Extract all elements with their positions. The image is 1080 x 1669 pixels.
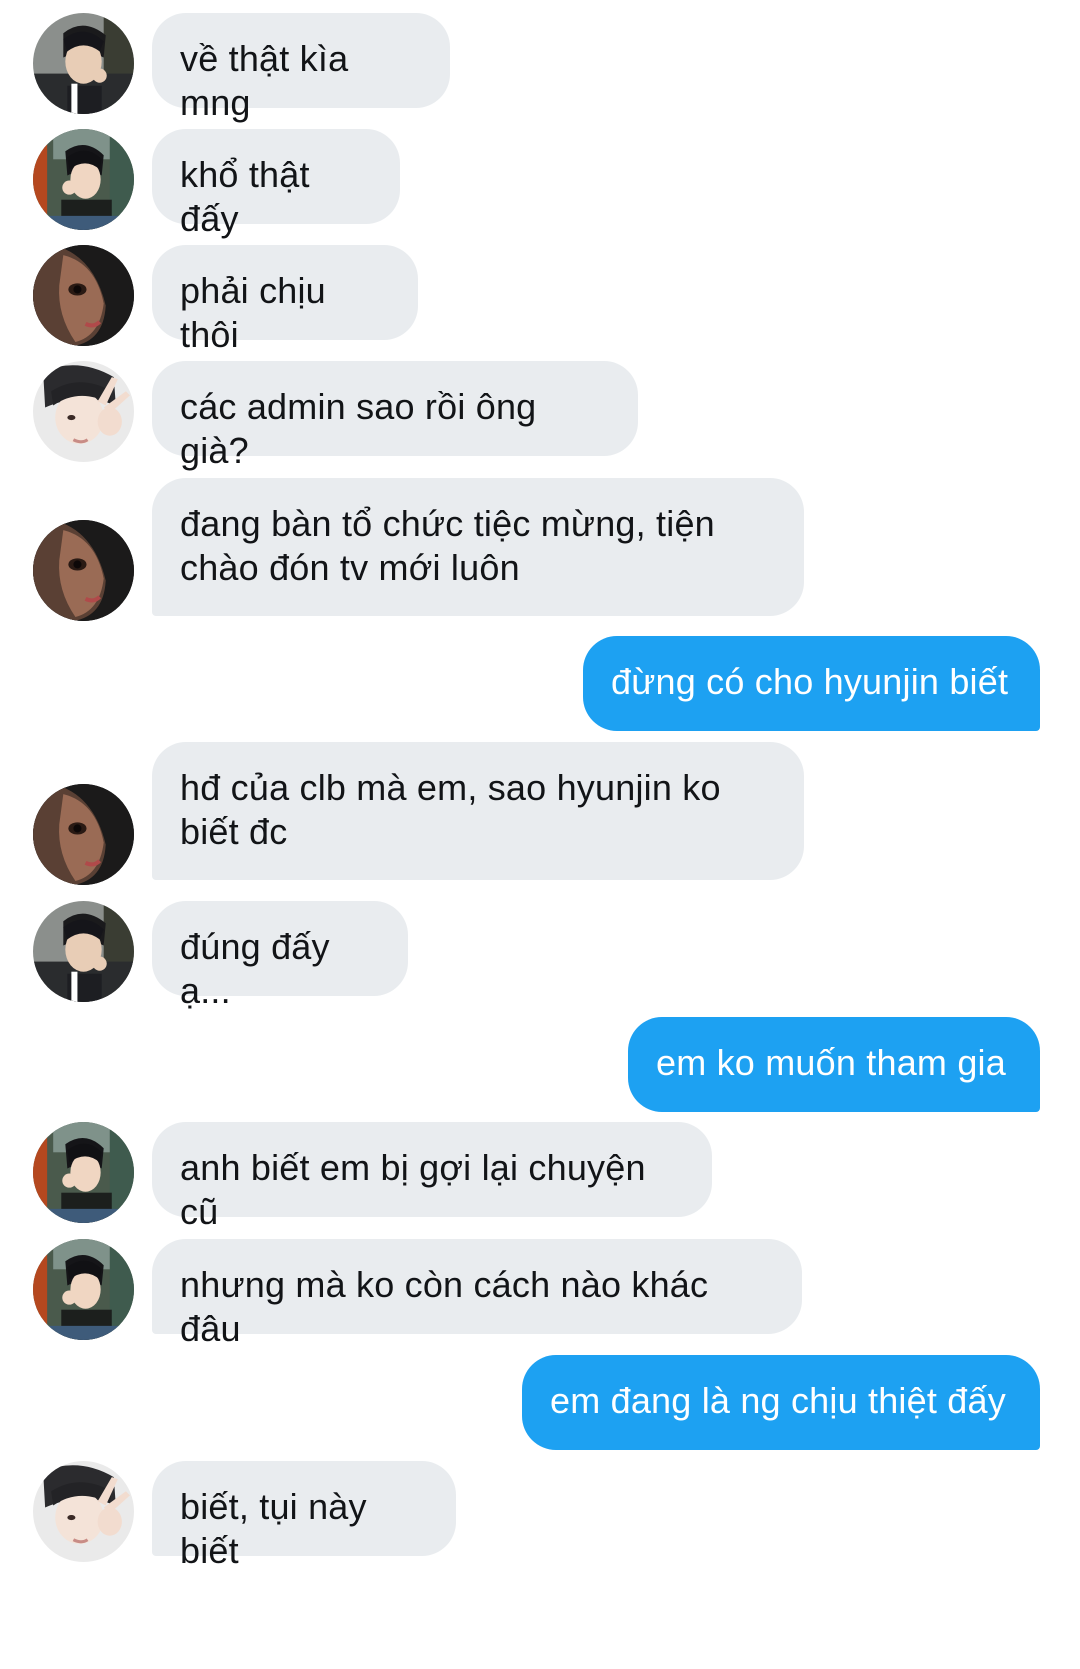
message-row: anh biết em bị gợi lại chuyện cũ [0,1122,1080,1232]
message-row: hđ của clb mà em, sao hyunjin ko biết đc [0,742,1080,885]
avatar-photo [33,784,134,885]
message-bubble[interactable]: nhưng mà ko còn cách nào khác đâu [152,1239,802,1349]
message-row: nhưng mà ko còn cách nào khác đâu [0,1239,1080,1349]
message-row: các admin sao rồi ông già? [0,361,1080,471]
avatar-d[interactable] [33,361,134,462]
avatar-photo [33,13,134,114]
message-row: đang bàn tổ chức tiệc mừng, tiện chào đó… [0,478,1080,621]
avatar-b[interactable] [33,1239,134,1340]
avatar-photo [33,520,134,621]
avatar-photo [33,1239,134,1340]
message-bubble-outgoing[interactable]: đừng có cho hyunjin biết [583,636,1040,731]
message-row: đúng đấy ạ... [0,901,1080,1011]
avatar-b[interactable] [33,129,134,230]
message-bubble[interactable]: phải chịu thôi [152,245,418,355]
avatar-a[interactable] [33,13,134,114]
avatar-c[interactable] [33,784,134,885]
message-row: biết, tụi này biết [0,1461,1080,1571]
message-bubble-outgoing[interactable]: em đang là ng chịu thiệt đấy [522,1355,1040,1450]
message-bubble[interactable]: đúng đấy ạ... [152,901,408,1011]
message-row: em ko muốn tham gia [0,1017,1080,1113]
message-bubble[interactable]: về thật kìa mng [152,13,450,123]
avatar-photo [33,1461,134,1562]
conversation-thread: về thật kìa mng khổ thật đấy phải chịu t… [0,0,1080,1669]
message-bubble[interactable]: biết, tụi này biết [152,1461,456,1571]
message-bubble[interactable]: các admin sao rồi ông già? [152,361,638,471]
message-bubble[interactable]: khổ thật đấy [152,129,400,239]
message-bubble[interactable]: hđ của clb mà em, sao hyunjin ko biết đc [152,742,804,880]
message-row: khổ thật đấy [0,129,1080,239]
avatar-b[interactable] [33,1122,134,1223]
message-row: em đang là ng chịu thiệt đấy [0,1355,1080,1451]
message-bubble-outgoing[interactable]: em ko muốn tham gia [628,1017,1040,1112]
avatar-photo [33,361,134,462]
avatar-a[interactable] [33,901,134,1002]
avatar-photo [33,245,134,346]
message-row: về thật kìa mng [0,13,1080,123]
avatar-photo [33,129,134,230]
avatar-c[interactable] [33,245,134,346]
avatar-d[interactable] [33,1461,134,1562]
avatar-photo [33,1122,134,1223]
message-bubble[interactable]: đang bàn tổ chức tiệc mừng, tiện chào đó… [152,478,804,616]
message-row: đừng có cho hyunjin biết [0,636,1080,732]
avatar-photo [33,901,134,1002]
avatar-c[interactable] [33,520,134,621]
message-row: phải chịu thôi [0,245,1080,355]
message-bubble[interactable]: anh biết em bị gợi lại chuyện cũ [152,1122,712,1232]
